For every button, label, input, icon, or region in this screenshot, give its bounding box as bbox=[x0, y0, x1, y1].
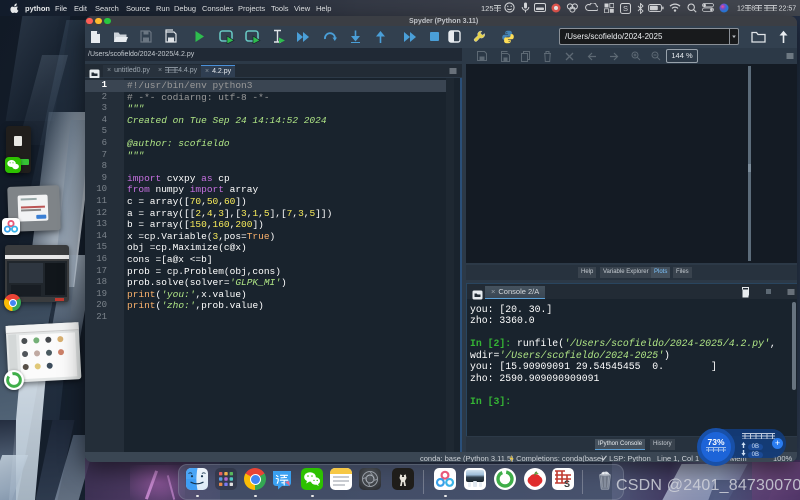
svg-text:S: S bbox=[623, 4, 628, 13]
svg-text:S: S bbox=[564, 479, 570, 489]
